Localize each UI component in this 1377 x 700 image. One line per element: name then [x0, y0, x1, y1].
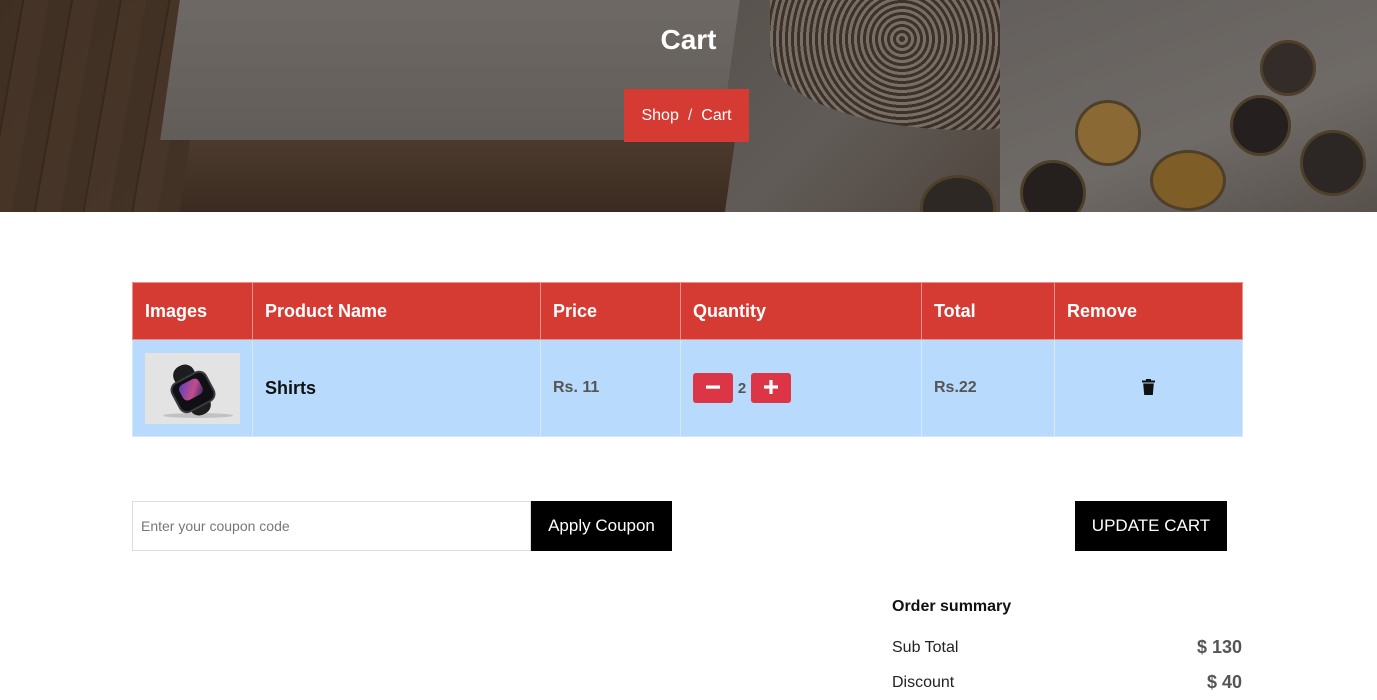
- breadcrumb-shop-link[interactable]: Shop: [641, 107, 678, 125]
- table-header-row: Images Product Name Price Quantity Total…: [132, 282, 1243, 340]
- product-thumbnail: [145, 352, 240, 424]
- decrease-quantity-button[interactable]: [693, 373, 733, 403]
- increase-quantity-button[interactable]: [751, 373, 791, 403]
- discount-value: $ 40: [1206, 672, 1242, 692]
- page-title: Cart: [660, 24, 717, 55]
- order-summary: Order summary Sub Total $ 130 Discount $…: [892, 598, 1242, 700]
- column-header-images: Images: [132, 282, 253, 340]
- coupon-code-input[interactable]: [132, 501, 531, 551]
- product-price: Rs. 11: [553, 379, 600, 396]
- trash-icon: [1142, 378, 1155, 395]
- quantity-cell: 2: [680, 339, 922, 437]
- subtotal-label: Sub Total: [892, 638, 959, 656]
- quantity-stepper: 2: [693, 373, 909, 403]
- remove-cell: [1054, 339, 1243, 437]
- order-summary-title: Order summary: [892, 598, 1012, 615]
- remove-item-button[interactable]: [1142, 378, 1155, 398]
- summary-row-subtotal: Sub Total $ 130: [892, 630, 1242, 665]
- hero-banner: Cart Shop / Cart: [0, 0, 1377, 212]
- subtotal-value: $ 130: [1196, 637, 1242, 657]
- price-cell: Rs. 11: [540, 339, 681, 437]
- update-cart-button[interactable]: UPDATE CART: [1075, 501, 1227, 551]
- minus-icon: [706, 385, 720, 389]
- total-cell: Rs.22: [921, 339, 1055, 437]
- breadcrumb-separator: /: [687, 106, 693, 124]
- column-header-quantity: Quantity: [680, 282, 922, 340]
- plus-icon: [764, 380, 778, 394]
- breadcrumb-current: Cart: [701, 106, 732, 124]
- column-header-remove: Remove: [1054, 282, 1243, 340]
- product-name: Shirts: [265, 377, 317, 398]
- product-image-cell: [132, 339, 253, 437]
- column-header-price: Price: [540, 282, 681, 340]
- summary-row-discount: Discount $ 40: [892, 665, 1242, 700]
- cart-table: Images Product Name Price Quantity Total…: [132, 282, 1243, 437]
- product-name-cell: Shirts: [252, 339, 541, 437]
- quantity-value: 2: [737, 379, 747, 397]
- discount-label: Discount: [892, 673, 955, 691]
- column-header-product-name: Product Name: [252, 282, 541, 340]
- table-row: Shirts Rs. 11 2 Rs.22: [132, 339, 1243, 437]
- apply-coupon-button[interactable]: Apply Coupon: [531, 501, 672, 551]
- column-header-total: Total: [921, 282, 1055, 340]
- breadcrumb: Shop / Cart: [624, 89, 749, 142]
- line-total: Rs.22: [934, 379, 977, 396]
